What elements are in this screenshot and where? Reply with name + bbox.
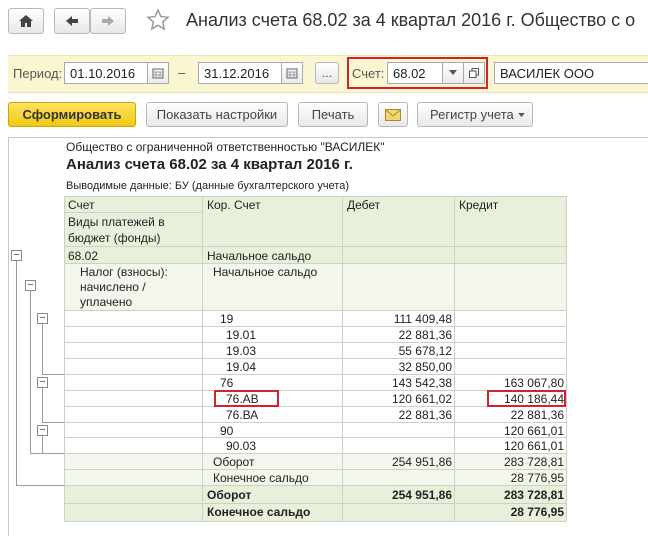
forward-button[interactable] <box>90 8 126 34</box>
header-payment-types-2: бюджет (фонды) <box>68 231 161 245</box>
row-debit: 254 951,86 <box>391 455 452 469</box>
row-credit: 28 776,95 <box>510 471 564 485</box>
arrow-right-icon <box>102 16 114 26</box>
calendar-icon <box>286 68 298 79</box>
header-account: Счет <box>68 198 95 212</box>
row-corr: 19.04 <box>226 360 257 374</box>
envelope-icon <box>385 108 401 121</box>
row-corr: Начальное сальдо <box>207 249 312 263</box>
home-button[interactable] <box>8 8 44 34</box>
row-corr: 19.03 <box>226 344 257 358</box>
organization-field[interactable]: ВАСИЛЕК ООО <box>494 62 648 84</box>
row-credit: 283 728,81 <box>503 455 564 469</box>
total-turnover-debit: 254 951,86 <box>391 488 452 502</box>
account-dropdown-button[interactable] <box>442 62 464 84</box>
row-corr: 76.ВА <box>226 408 259 422</box>
row-credit: 163 067,80 <box>503 376 564 390</box>
row-credit: 120 661,01 <box>503 439 564 453</box>
collapse-76-icon[interactable]: – <box>37 377 48 388</box>
row-type-2: начислено / <box>80 280 146 294</box>
row-debit: 120 661,02 <box>391 392 452 406</box>
row-corr: 90.03 <box>226 439 257 453</box>
total-turnover-credit: 283 728,81 <box>503 488 564 502</box>
date-from-field[interactable]: 01.10.2016 <box>64 62 148 84</box>
collapse-68-02-icon[interactable]: – <box>11 250 22 261</box>
row-corr: 19.01 <box>226 328 257 342</box>
select-period-button[interactable]: ... <box>315 62 339 84</box>
total-final-balance-label: Конечное сальдо <box>207 505 311 519</box>
calendar-from-button[interactable] <box>147 62 169 84</box>
total-final-balance-credit: 28 776,95 <box>510 505 564 519</box>
row-debit: 55 678,12 <box>398 344 452 358</box>
row-corr: 90 <box>220 424 234 438</box>
account-field[interactable]: 68.02 <box>387 62 443 84</box>
collapse-19-icon[interactable]: – <box>37 313 48 324</box>
window-title: Анализ счета 68.02 за 4 квартал 2016 г. … <box>186 10 636 30</box>
print-button[interactable]: Печать <box>298 102 368 127</box>
row-corr: Конечное сальдо <box>213 471 309 485</box>
row-credit: 22 881,36 <box>510 408 564 422</box>
row-debit: 32 850,00 <box>398 360 452 374</box>
row-account: 68.02 <box>68 249 99 263</box>
home-icon <box>19 15 33 27</box>
report-title: Анализ счета 68.02 за 4 квартал 2016 г. <box>66 156 353 173</box>
send-email-button[interactable] <box>378 102 408 127</box>
calendar-to-button[interactable] <box>281 62 303 84</box>
row-debit: 22 881,36 <box>398 328 452 342</box>
register-dropdown-button[interactable]: Регистр учета <box>417 102 533 127</box>
row-credit: 120 661,01 <box>503 424 564 438</box>
collapse-90-icon[interactable]: – <box>37 425 48 436</box>
chevron-down-icon <box>518 113 525 118</box>
arrow-left-icon <box>66 16 78 26</box>
row-debit: 143 542,38 <box>391 376 452 390</box>
report-org: Общество с ограниченной ответственностью… <box>66 140 385 154</box>
date-to-field[interactable]: 31.12.2016 <box>198 62 282 84</box>
register-label: Регистр учета <box>430 107 514 122</box>
row-corr: 19 <box>220 312 234 326</box>
header-credit: Кредит <box>459 198 499 212</box>
header-payment-types-1: Виды платежей в <box>68 215 165 229</box>
row-type-3: уплачено <box>80 295 133 309</box>
calendar-icon <box>152 68 164 79</box>
chevron-down-icon <box>449 70 457 75</box>
period-label: Период: <box>13 66 63 81</box>
total-turnover-label: Оборот <box>207 488 252 502</box>
header-debit: Дебет <box>347 198 381 212</box>
credit-76ab-highlight <box>487 390 566 407</box>
row-type-1: Налог (взносы): <box>80 265 168 279</box>
open-window-icon <box>469 68 479 78</box>
show-settings-button[interactable]: Показать настройки <box>146 102 288 127</box>
row-corr: Оборот <box>213 455 255 469</box>
row-debit: 22 881,36 <box>398 408 452 422</box>
row-corr: 76 <box>220 376 234 390</box>
account-label: Счет: <box>352 66 385 81</box>
header-corr-account: Кор. Счет <box>207 198 261 212</box>
collapse-tax-icon[interactable]: – <box>25 280 36 291</box>
generate-button[interactable]: Сформировать <box>8 102 136 127</box>
favorite-star-icon[interactable] <box>146 8 170 32</box>
back-button[interactable] <box>54 8 90 34</box>
account-open-button[interactable] <box>463 62 485 84</box>
row-corr: Начальное сальдо <box>213 265 318 279</box>
corr-76ab-highlight <box>214 390 279 407</box>
row-debit: 111 409,48 <box>393 312 452 326</box>
report-output-data: Выводимые данные: БУ (данные бухгалтерск… <box>66 180 349 192</box>
period-dash: – <box>178 65 186 80</box>
